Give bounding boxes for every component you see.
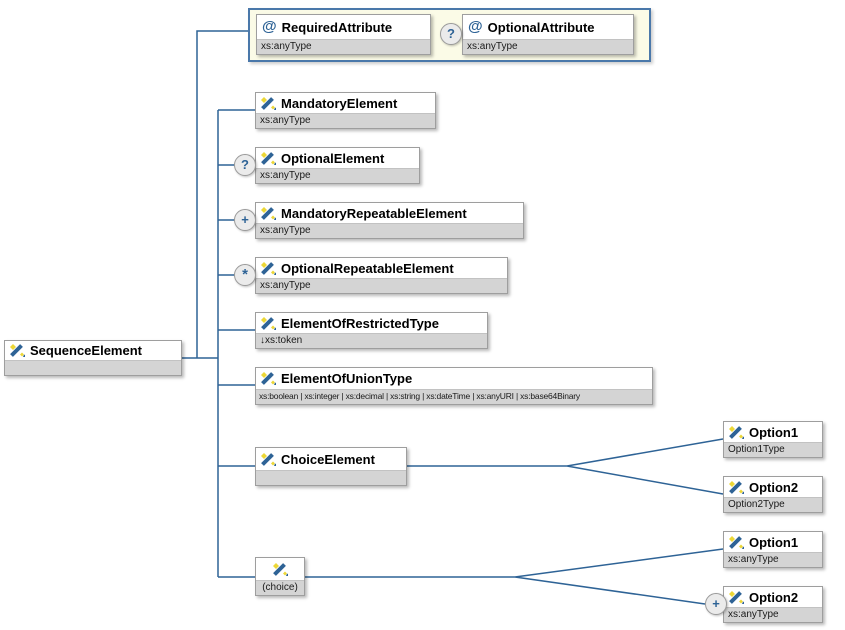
element-icon [729,536,744,549]
element-type: xs:boolean | xs:integer | xs:decimal | x… [256,389,652,404]
element-icon [261,97,276,110]
element-icon [261,317,276,330]
choice-compositor-node[interactable]: (choice) [255,557,305,596]
element-name: Option1 [749,535,798,550]
element-name: SequenceElement [30,343,142,358]
element-type: xs:anyType [256,113,435,128]
attribute-node-required-attribute[interactable]: @ RequiredAttribute xs:anyType [256,14,431,55]
element-type: xs:anyType [256,278,507,293]
element-icon [261,372,276,385]
element-node-choice-option2[interactable]: Option2 Option2Type [723,476,823,513]
element-icon [261,262,276,275]
element-node-mandatory-element[interactable]: MandatoryElement xs:anyType [255,92,436,129]
element-type [256,470,406,485]
element-node-element-of-union-type[interactable]: ElementOfUnionType xs:boolean | xs:integ… [255,367,653,405]
element-icon [729,591,744,604]
element-name: MandatoryRepeatableElement [281,206,467,221]
schema-diagram-canvas: { "diagram": { "root": { "name": "Sequen… [0,0,845,630]
element-name: ElementOfRestrictedType [281,316,439,331]
element-name: Option2 [749,590,798,605]
element-icon [729,426,744,439]
element-node-optional-element[interactable]: OptionalElement xs:anyType [255,147,420,184]
element-node-group-option2[interactable]: Option2 xs:anyType [723,586,823,623]
element-type: Option2Type [724,497,822,512]
element-name: ElementOfUnionType [281,371,412,386]
element-node-mandatory-repeatable-element[interactable]: MandatoryRepeatableElement xs:anyType [255,202,524,239]
element-type: xs:anyType [256,168,419,183]
element-node-element-of-restricted-type[interactable]: ElementOfRestrictedType ↓xs:token [255,312,488,349]
attribute-name: OptionalAttribute [488,20,595,35]
attribute-name: RequiredAttribute [282,20,393,35]
attribute-type: xs:anyType [257,39,430,54]
element-type: Option1Type [724,442,822,457]
element-icon [261,152,276,165]
element-icon [10,344,25,357]
element-name: OptionalRepeatableElement [281,261,454,276]
occurrence-optional-badge: ? [234,154,256,176]
occurrence-optional-badge: ? [440,23,462,45]
element-name: OptionalElement [281,151,384,166]
element-type: ↓xs:token [256,333,487,348]
element-name: Option1 [749,425,798,440]
element-type: xs:anyType [256,223,523,238]
element-icon [729,481,744,494]
attribute-icon: @ [262,20,277,34]
occurrence-repeat-badge: + [234,209,256,231]
element-node-sequence-element[interactable]: SequenceElement [4,340,182,376]
element-type: xs:anyType [724,552,822,567]
attribute-type: xs:anyType [463,39,633,54]
choice-label: (choice) [256,580,304,595]
element-type [5,360,181,375]
element-icon [261,453,276,466]
choice-icon [273,563,288,576]
element-node-group-option1[interactable]: Option1 xs:anyType [723,531,823,568]
attribute-icon: @ [468,20,483,34]
occurrence-repeat-badge: + [705,593,727,615]
element-node-choice-option1[interactable]: Option1 Option1Type [723,421,823,458]
occurrence-optional-repeat-badge: * [234,264,256,286]
element-name: Option2 [749,480,798,495]
element-node-optional-repeatable-element[interactable]: OptionalRepeatableElement xs:anyType [255,257,508,294]
element-name: ChoiceElement [281,452,375,467]
element-name: MandatoryElement [281,96,397,111]
element-node-choice-element[interactable]: ChoiceElement [255,447,407,486]
attribute-node-optional-attribute[interactable]: @ OptionalAttribute xs:anyType [462,14,634,55]
element-type: xs:anyType [724,607,822,622]
element-icon [261,207,276,220]
